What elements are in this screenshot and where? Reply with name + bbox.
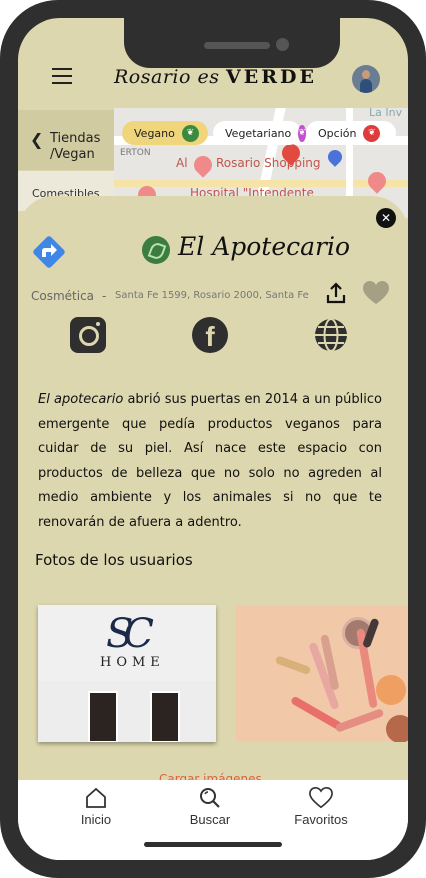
leaf-icon: ❦: [181, 124, 199, 142]
directions-icon[interactable]: [30, 233, 68, 271]
chip-label: Vegano: [134, 126, 175, 140]
bottom-tab-bar: Inicio Buscar Favoritos: [18, 780, 408, 860]
back-chevron-icon[interactable]: ❮: [30, 130, 43, 149]
map-pin-icon[interactable]: [190, 152, 216, 178]
tab-inicio[interactable]: Inicio: [56, 786, 136, 827]
filter-chip-vegetariano[interactable]: Vegetariano ❦: [213, 121, 306, 145]
user-photo[interactable]: [236, 605, 408, 742]
map-label-corner: La Inv: [369, 108, 403, 119]
leaf-icon: ❦: [298, 124, 306, 142]
shop-description-text: abrió sus puertas en 2014 a un público e…: [38, 392, 382, 530]
user-photo[interactable]: SC HOME: [38, 605, 216, 742]
phone-frame: Rosario es VERDE ERTON Al Rosario Shoppi…: [0, 0, 426, 878]
hamburger-menu-icon[interactable]: [52, 68, 72, 86]
share-icon[interactable]: [324, 281, 348, 305]
app-title-script: Rosario es: [114, 66, 220, 88]
close-icon[interactable]: ✕: [376, 208, 396, 228]
separator: -: [102, 289, 107, 303]
shop-description-em: El apotecario: [38, 392, 124, 407]
favorite-heart-icon[interactable]: [362, 280, 390, 306]
breadcrumb-tiendas: Tiendas: [50, 131, 101, 146]
phone-notch: [124, 18, 340, 68]
map-label-shopping: Rosario Shopping: [216, 156, 321, 170]
map-label-al: Al: [176, 156, 188, 170]
user-photos-title: Fotos de los usuarios: [35, 551, 193, 569]
shop-address[interactable]: Santa Fe 1599, Rosario 2000, Santa Fe: [115, 290, 311, 301]
shop-category: Cosmética: [31, 289, 95, 303]
home-indicator[interactable]: [144, 842, 282, 847]
photo-logo-mark: SC: [106, 611, 154, 657]
tab-favoritos[interactable]: Favoritos: [281, 786, 361, 827]
filter-chip-vegano[interactable]: Vegano ❦: [122, 121, 208, 145]
chip-label: Opción: [318, 126, 357, 140]
instagram-icon[interactable]: [70, 317, 106, 353]
home-icon: [86, 787, 106, 808]
heart-icon: [309, 787, 333, 809]
facebook-icon[interactable]: f: [192, 317, 228, 353]
app-screen: Rosario es VERDE ERTON Al Rosario Shoppi…: [18, 18, 408, 860]
tab-label: Buscar: [189, 812, 231, 827]
sidebar-breadcrumb[interactable]: Tiendas /Vegan: [50, 131, 100, 163]
shop-name: El Apotecario: [178, 232, 351, 261]
shop-description: El apotecario abrió sus puertas en 2014 …: [38, 388, 382, 535]
app-title-bold: VERDE: [226, 66, 317, 88]
front-camera: [276, 38, 289, 51]
app-title: Rosario es VERDE: [114, 66, 317, 88]
avatar[interactable]: [352, 65, 380, 93]
speaker: [204, 42, 270, 49]
map-pin-icon[interactable]: [364, 168, 390, 194]
breadcrumb-vegan: /Vegan: [50, 147, 95, 162]
map-street-label: ERTON: [120, 148, 151, 158]
tab-label: Favoritos: [294, 812, 348, 827]
search-icon: [200, 788, 220, 808]
chip-label: Vegetariano: [225, 126, 292, 140]
shop-logo-icon: [142, 236, 170, 264]
leaf-icon: ❦: [363, 124, 381, 142]
filter-chip-opcion[interactable]: Opción ❦: [306, 121, 396, 145]
tab-buscar[interactable]: Buscar: [170, 786, 250, 827]
photo-sign-text: HOME: [100, 655, 165, 670]
map-pin-icon[interactable]: [325, 147, 345, 167]
website-globe-icon[interactable]: [313, 317, 349, 353]
tab-label: Inicio: [80, 812, 112, 827]
